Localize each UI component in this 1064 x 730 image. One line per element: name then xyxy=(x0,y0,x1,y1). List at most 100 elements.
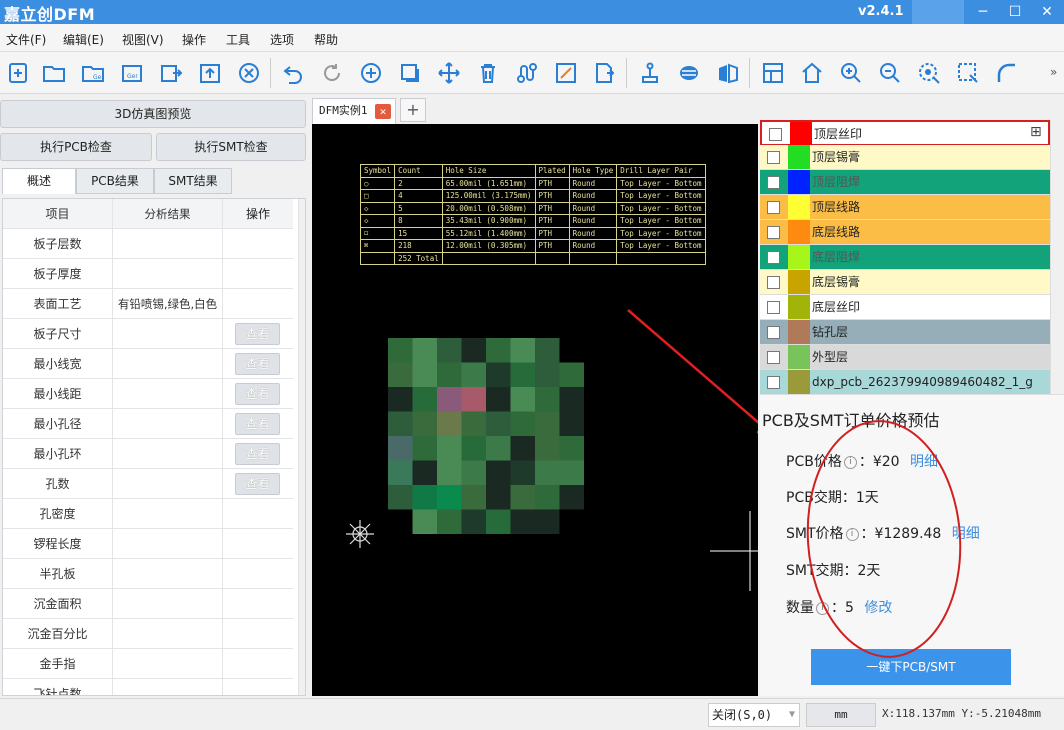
layer-item[interactable]: 底层线路 xyxy=(760,220,1050,245)
delete-icon[interactable] xyxy=(470,56,506,90)
zoom-out-icon[interactable] xyxy=(872,56,908,90)
layer-color-swatch[interactable] xyxy=(788,195,810,219)
menu-operate[interactable]: 操作 xyxy=(182,31,206,48)
layer-color-swatch[interactable] xyxy=(788,245,810,269)
info-icon[interactable]: i xyxy=(843,455,857,469)
zoom-in-icon[interactable] xyxy=(833,56,869,90)
snap-select[interactable]: 关闭(S,0) ▼ xyxy=(708,703,800,727)
preview-3d-button[interactable]: 3D仿真图预览 xyxy=(0,100,306,128)
view-button[interactable]: 查看 xyxy=(235,473,280,495)
layer-color-swatch[interactable] xyxy=(788,270,810,294)
add-tab-button[interactable]: + xyxy=(400,98,426,122)
layer-item[interactable]: 顶层锡膏 xyxy=(760,145,1050,170)
menu-options[interactable]: 选项 xyxy=(270,31,294,48)
title-blank xyxy=(912,0,964,24)
maximize-button[interactable]: ☐ xyxy=(998,0,1032,24)
view-button[interactable]: 查看 xyxy=(235,323,280,345)
toolbar-more-icon[interactable]: » xyxy=(1050,65,1057,79)
layer-checkbox[interactable] xyxy=(767,151,780,164)
menu-edit[interactable]: 编辑(E) xyxy=(63,31,104,48)
layer-checkbox[interactable] xyxy=(767,276,780,289)
layer-item[interactable]: 顶层丝印 ⊞ xyxy=(760,120,1050,146)
route-icon[interactable] xyxy=(509,56,545,90)
layer-box-icon[interactable] xyxy=(392,56,428,90)
close-circle-icon[interactable] xyxy=(231,56,267,90)
smt-check-button[interactable]: 执行SMT检查 xyxy=(156,133,306,161)
close-window-button[interactable]: ✕ xyxy=(1030,0,1064,24)
select-box-icon[interactable] xyxy=(950,56,986,90)
move-icon[interactable] xyxy=(431,56,467,90)
view-button[interactable]: 查看 xyxy=(235,383,280,405)
board-pixel xyxy=(535,387,560,412)
layer-checkbox[interactable] xyxy=(767,251,780,264)
layer-color-swatch[interactable] xyxy=(788,170,810,194)
tab-smt-results[interactable]: SMT结果 xyxy=(154,168,232,194)
minimize-button[interactable]: ─ xyxy=(966,0,1000,24)
layer-color-swatch[interactable] xyxy=(788,220,810,244)
view-button[interactable]: 查看 xyxy=(235,413,280,435)
layer-item[interactable]: 外型层 xyxy=(760,345,1050,370)
layer-item[interactable]: 钻孔层 xyxy=(760,320,1050,345)
menu-tools[interactable]: 工具 xyxy=(226,31,250,48)
layer-item[interactable]: 底层锡膏 xyxy=(760,270,1050,295)
layer-checkbox[interactable] xyxy=(767,351,780,364)
layer-color-swatch[interactable] xyxy=(790,122,812,146)
tab-overview[interactable]: 概述 xyxy=(2,168,76,194)
layer-scrollbar[interactable] xyxy=(1050,120,1064,394)
pcb-canvas[interactable]: Symbol Count Hole Size Plated Hole Type Drill… xyxy=(312,124,758,696)
arc-icon[interactable] xyxy=(989,56,1025,90)
layer-checkbox[interactable] xyxy=(767,301,780,314)
menu-view[interactable]: 视图(V) xyxy=(122,31,164,48)
fill-icon[interactable] xyxy=(671,56,707,90)
smt-detail-link[interactable]: 明细 xyxy=(952,526,980,542)
probe-icon[interactable] xyxy=(632,56,668,90)
home-icon[interactable] xyxy=(794,56,830,90)
layer-checkbox[interactable] xyxy=(767,201,780,214)
order-pcb-smt-button[interactable]: 一键下PCB/SMT xyxy=(811,649,1011,685)
document-tab[interactable]: DFM实例1 ✕ xyxy=(312,98,396,124)
open-icon[interactable] xyxy=(36,56,72,90)
open-gerber-icon[interactable]: Ger xyxy=(75,56,111,90)
grid-icon[interactable]: ⊞ xyxy=(1030,124,1042,140)
layer-item[interactable]: dxp_pcb_262379940989460482_1_g xyxy=(760,370,1050,395)
menu-file[interactable]: 文件(F) xyxy=(6,31,46,48)
layer-item[interactable]: 底层丝印 xyxy=(760,295,1050,320)
add-icon[interactable] xyxy=(353,56,389,90)
upload-icon[interactable] xyxy=(192,56,228,90)
undo-icon[interactable] xyxy=(275,56,311,90)
layer-color-swatch[interactable] xyxy=(788,145,810,169)
info-icon[interactable]: i xyxy=(816,601,829,615)
layer-color-swatch[interactable] xyxy=(788,345,810,369)
layer-color-swatch[interactable] xyxy=(788,370,810,394)
quantity-modify-link[interactable]: 修改 xyxy=(864,600,892,616)
info-icon[interactable]: i xyxy=(845,527,859,541)
layer-item[interactable]: 底层阻焊 xyxy=(760,245,1050,270)
layer-checkbox[interactable] xyxy=(767,176,780,189)
pcb-detail-link[interactable]: 明细 xyxy=(910,454,938,470)
measure-box-icon[interactable] xyxy=(548,56,584,90)
layer-checkbox[interactable] xyxy=(767,226,780,239)
export-icon[interactable] xyxy=(587,56,623,90)
mirror-icon[interactable] xyxy=(710,56,746,90)
close-tab-icon[interactable]: ✕ xyxy=(375,104,391,119)
view-button[interactable]: 查看 xyxy=(235,353,280,375)
unit-button[interactable]: mm xyxy=(806,703,876,727)
layer-item[interactable]: 顶层阻焊 xyxy=(760,170,1050,195)
table-scrollbar[interactable] xyxy=(298,199,305,695)
redo-icon[interactable] xyxy=(314,56,350,90)
pcb-check-button[interactable]: 执行PCB检查 xyxy=(0,133,152,161)
layer-color-swatch[interactable] xyxy=(788,320,810,344)
tab-pcb-results[interactable]: PCB结果 xyxy=(76,168,154,194)
menu-help[interactable]: 帮助 xyxy=(314,31,338,48)
view-button[interactable]: 查看 xyxy=(235,443,280,465)
window-icon[interactable] xyxy=(755,56,791,90)
open-gerber-alt-icon[interactable]: Ger xyxy=(114,56,150,90)
export-odb-icon[interactable] xyxy=(153,56,189,90)
layer-checkbox[interactable] xyxy=(769,128,782,141)
layer-checkbox[interactable] xyxy=(767,326,780,339)
zoom-fit-icon[interactable] xyxy=(911,56,947,90)
layer-checkbox[interactable] xyxy=(767,376,780,389)
layer-color-swatch[interactable] xyxy=(788,295,810,319)
new-icon[interactable] xyxy=(0,56,36,90)
layer-item[interactable]: 顶层线路 xyxy=(760,195,1050,220)
